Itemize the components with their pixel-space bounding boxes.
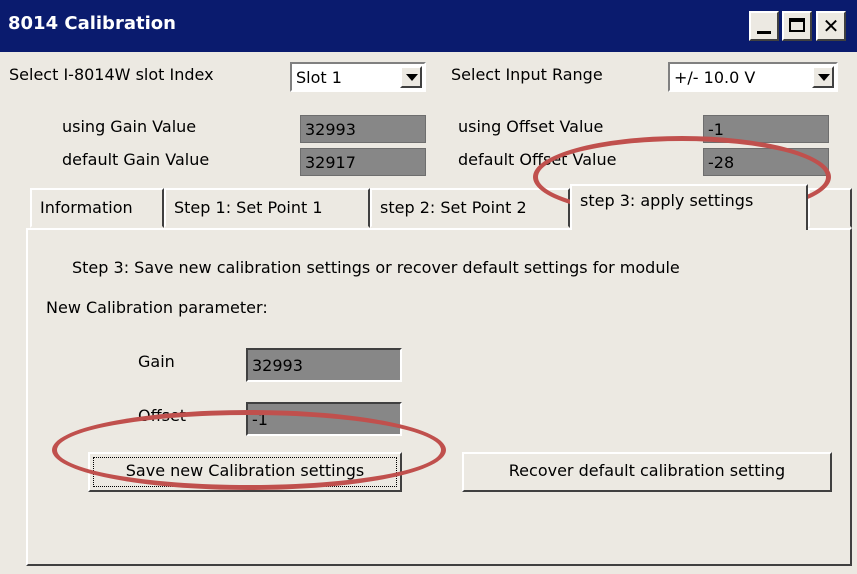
tab-step2-label: step 2: Set Point 2 (380, 198, 527, 217)
using-offset-value: -1 (708, 120, 724, 139)
tab-step3[interactable]: step 3: apply settings (570, 184, 808, 230)
input-range-value: +/- 10.0 V (674, 68, 756, 87)
tab-information[interactable]: Information (30, 188, 164, 228)
new-offset-value: -1 (252, 410, 268, 429)
using-offset-field: -1 (703, 115, 829, 143)
tab-step2[interactable]: step 2: Set Point 2 (370, 188, 570, 228)
maximize-button[interactable] (782, 11, 812, 41)
slot-index-label: Select I-8014W slot Index (9, 65, 214, 84)
tab-step1[interactable]: Step 1: Set Point 1 (164, 188, 370, 228)
slot-select[interactable]: Slot 1 (290, 62, 426, 92)
title-bar[interactable]: 8014 Calibration ✕ (0, 0, 857, 52)
tab-information-label: Information (40, 198, 133, 217)
tab-step1-label: Step 1: Set Point 1 (174, 198, 323, 217)
close-button[interactable]: ✕ (816, 11, 846, 41)
new-gain-field: 32993 (246, 348, 402, 382)
default-gain-field: 32917 (300, 148, 426, 176)
default-offset-label: default Offset Value (458, 150, 617, 169)
save-calibration-button[interactable]: Save new Calibration settings (88, 452, 402, 492)
input-range-label: Select Input Range (451, 65, 603, 84)
step3-heading: Step 3: Save new calibration settings or… (72, 258, 680, 277)
maximize-icon (789, 18, 805, 32)
close-icon: ✕ (822, 14, 840, 38)
default-offset-value: -28 (708, 153, 735, 172)
minimize-button[interactable] (749, 11, 779, 41)
slot-select-value: Slot 1 (296, 68, 342, 87)
using-offset-label: using Offset Value (458, 117, 604, 136)
chevron-down-icon[interactable] (400, 66, 422, 88)
tab-strip-filler (808, 188, 852, 228)
tab-step3-label: step 3: apply settings (580, 191, 754, 210)
offset-label: Offset (138, 406, 187, 425)
gain-label: Gain (138, 352, 175, 371)
using-gain-label: using Gain Value (62, 117, 197, 136)
calibration-window: 8014 Calibration ✕ Select I-8014W slot I… (0, 0, 857, 574)
new-offset-field: -1 (246, 402, 402, 436)
using-gain-value: 32993 (305, 120, 356, 139)
new-parameter-label: New Calibration parameter: (46, 298, 268, 317)
default-offset-field: -28 (703, 148, 829, 176)
new-gain-value: 32993 (252, 356, 303, 375)
tab-panel-step3: Step 3: Save new calibration settings or… (26, 228, 852, 566)
using-gain-field: 32993 (300, 115, 426, 143)
window-title: 8014 Calibration (8, 13, 176, 34)
default-gain-label: default Gain Value (62, 150, 210, 169)
recover-default-button[interactable]: Recover default calibration setting (462, 452, 832, 492)
chevron-down-icon[interactable] (812, 66, 834, 88)
default-gain-value: 32917 (305, 153, 356, 172)
input-range-select[interactable]: +/- 10.0 V (668, 62, 838, 92)
minimize-icon (757, 31, 771, 34)
